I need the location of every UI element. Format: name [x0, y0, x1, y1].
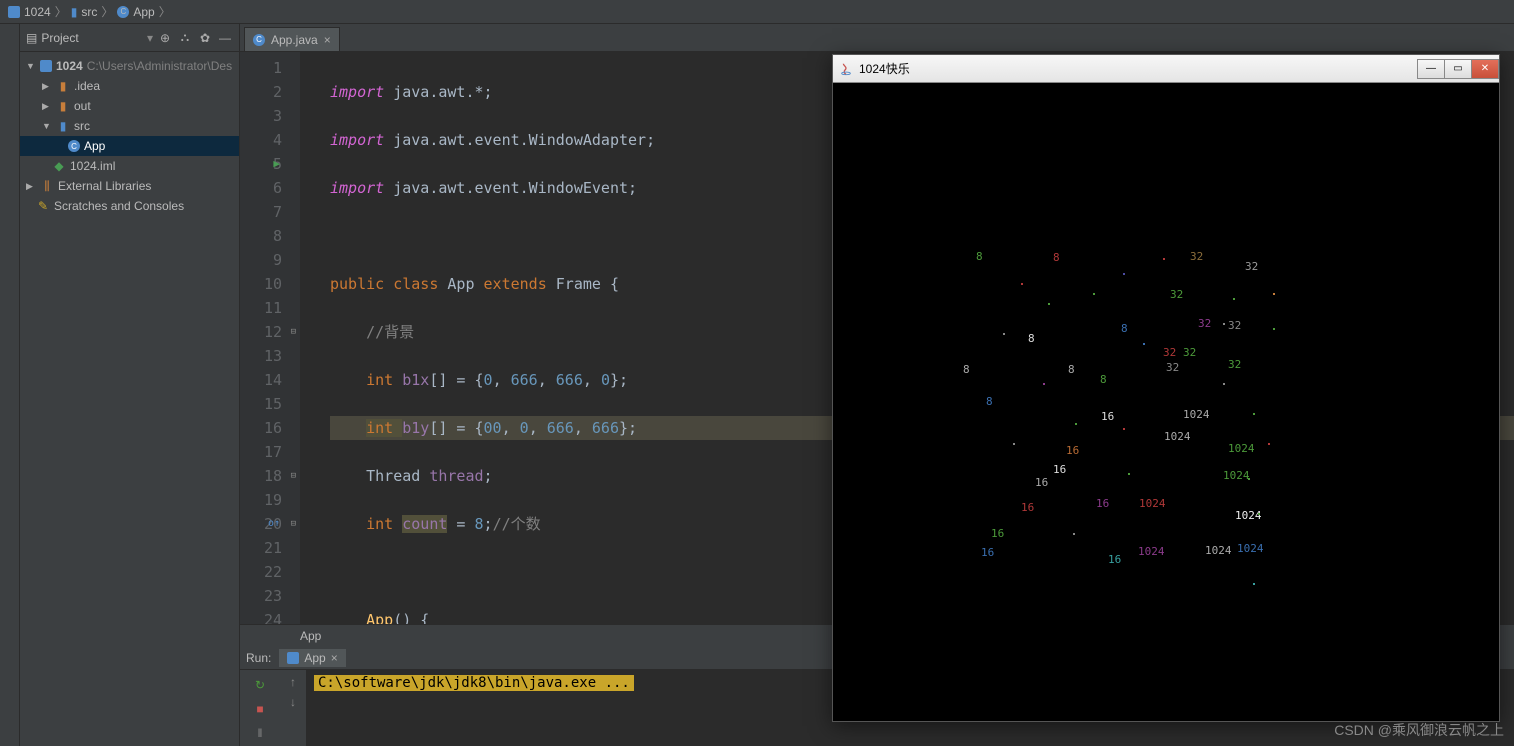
tree-node-scratches[interactable]: ✎Scratches and Consoles	[20, 196, 239, 216]
run-gutter-icon[interactable]: ▶	[273, 152, 280, 176]
breadcrumb: 1024 〉 ▮ src 〉 C App 〉	[0, 0, 1514, 24]
override-gutter-icon[interactable]: o↑	[268, 512, 280, 536]
editor-tabs: C App.java ×	[240, 24, 1514, 52]
tree-node-out[interactable]: ▶▮out	[20, 96, 239, 116]
settings-icon[interactable]: ✿	[197, 30, 213, 46]
collapse-icon[interactable]: —	[217, 30, 233, 46]
breadcrumb-item[interactable]: App	[133, 5, 154, 19]
expand-icon[interactable]: ⛬	[177, 30, 193, 46]
tab-label: App.java	[271, 33, 318, 47]
breadcrumb-item[interactable]: src	[81, 5, 97, 19]
awt-canvas: 8832328832323288832323232816102416102410…	[833, 83, 1499, 721]
gutter[interactable]: 1234 5▶ 67891011 12⊟ 1314151617 18⊟19 20…	[240, 52, 300, 624]
run-label: Run:	[246, 651, 271, 665]
watermark: CSDN @乘风御浪云帆之上	[1334, 720, 1504, 740]
tree-node-idea[interactable]: ▶▮.idea	[20, 76, 239, 96]
class-icon: C	[253, 34, 265, 46]
tree-node-iml[interactable]: ◆1024.iml	[20, 156, 239, 176]
minimize-button[interactable]: —	[1417, 59, 1445, 79]
awt-title: 1024快乐	[859, 60, 1412, 77]
up-icon[interactable]: ↑	[290, 675, 296, 689]
tree-node-root[interactable]: ▼ 1024 C:\Users\Administrator\Des	[20, 56, 239, 76]
close-icon[interactable]: ×	[324, 33, 331, 47]
awt-titlebar[interactable]: 1024快乐 — ▭ ✕	[833, 55, 1499, 83]
locate-icon[interactable]: ⊕	[157, 30, 173, 46]
stop-icon[interactable]: ■	[250, 699, 270, 719]
project-icon	[8, 6, 20, 18]
tree-node-external[interactable]: ▶⫼External Libraries	[20, 176, 239, 196]
project-sidebar: ▤ Project ▾ ⊕ ⛬ ✿ — ▼ 1024 C:\Users\Admi…	[20, 24, 240, 746]
project-tree: ▼ 1024 C:\Users\Administrator\Des ▶▮.ide…	[20, 52, 239, 220]
class-icon: C	[68, 140, 80, 152]
class-icon: C	[117, 6, 129, 18]
pause-icon[interactable]: ‖	[250, 723, 270, 743]
tree-node-src[interactable]: ▼▮src	[20, 116, 239, 136]
maximize-button[interactable]: ▭	[1444, 59, 1472, 79]
rerun-icon[interactable]: ↻	[250, 675, 270, 695]
editor-tab[interactable]: C App.java ×	[244, 27, 340, 51]
project-selector-icon[interactable]: ▤	[26, 31, 37, 45]
run-tab[interactable]: App ×	[279, 649, 345, 667]
java-icon	[839, 62, 853, 76]
close-icon[interactable]: ×	[331, 651, 338, 665]
awt-window[interactable]: 1024快乐 — ▭ ✕ 883232883232328883232323281…	[832, 54, 1500, 722]
tree-node-app[interactable]: CApp	[20, 136, 239, 156]
folder-icon: ▮	[71, 5, 78, 19]
left-tool-strip[interactable]	[0, 24, 20, 746]
close-button[interactable]: ✕	[1471, 59, 1499, 79]
breadcrumb-item[interactable]: 1024	[24, 5, 51, 19]
sidebar-title[interactable]: Project	[41, 31, 143, 45]
app-icon	[287, 652, 299, 664]
down-icon[interactable]: ↓	[290, 695, 296, 709]
